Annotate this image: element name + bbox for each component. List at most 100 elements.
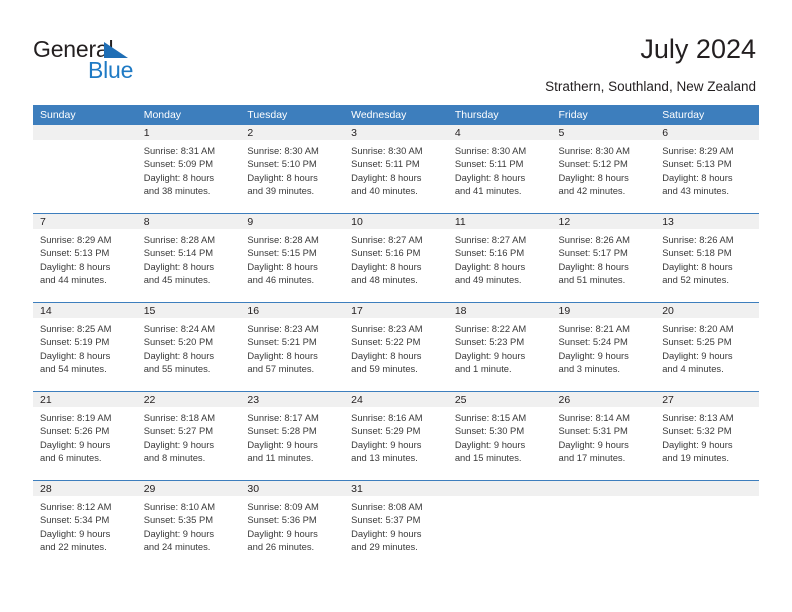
sunset-text: Sunset: 5:16 PM bbox=[454, 247, 525, 259]
day-details: Sunrise: 8:23 AM Sunset: 5:21 PM Dayligh… bbox=[240, 318, 344, 376]
day-cell[interactable]: 2 Sunrise: 8:30 AM Sunset: 5:10 PM Dayli… bbox=[240, 125, 345, 214]
sunrise-text: Sunrise: 8:28 AM bbox=[247, 234, 319, 245]
logo-triangle-icon bbox=[104, 42, 128, 58]
page-title: July 2024 bbox=[640, 34, 756, 64]
day-cell[interactable]: 18 Sunrise: 8:22 AM Sunset: 5:23 PM Dayl… bbox=[447, 302, 552, 392]
day-cell[interactable] bbox=[33, 125, 137, 214]
calendar-week-row: 14 Sunrise: 8:25 AM Sunset: 5:19 PM Dayl… bbox=[33, 302, 759, 392]
sunset-text: Sunset: 5:30 PM bbox=[454, 425, 525, 437]
day-number: 27 bbox=[655, 392, 759, 407]
day-number: 15 bbox=[136, 303, 241, 318]
day-number bbox=[447, 481, 552, 496]
day-cell[interactable]: 17 Sunrise: 8:23 AM Sunset: 5:22 PM Dayl… bbox=[344, 302, 448, 392]
daylight-text-line2: and 44 minutes. bbox=[40, 274, 107, 286]
daylight-text-line2: and 13 minutes. bbox=[351, 452, 418, 464]
day-number: 6 bbox=[655, 125, 759, 140]
day-number: 4 bbox=[447, 125, 552, 140]
day-details: Sunrise: 8:27 AM Sunset: 5:16 PM Dayligh… bbox=[448, 229, 552, 287]
day-details: Sunrise: 8:30 AM Sunset: 5:11 PM Dayligh… bbox=[344, 140, 448, 198]
day-details: Sunrise: 8:19 AM Sunset: 5:26 PM Dayligh… bbox=[33, 407, 137, 465]
day-cell[interactable]: 6 Sunrise: 8:29 AM Sunset: 5:13 PM Dayli… bbox=[655, 125, 759, 214]
day-cell[interactable]: 22 Sunrise: 8:18 AM Sunset: 5:27 PM Dayl… bbox=[136, 391, 241, 481]
day-cell[interactable]: 13 Sunrise: 8:26 AM Sunset: 5:18 PM Dayl… bbox=[655, 213, 759, 303]
day-details: Sunrise: 8:21 AM Sunset: 5:24 PM Dayligh… bbox=[552, 318, 656, 376]
day-cell[interactable]: 19 Sunrise: 8:21 AM Sunset: 5:24 PM Dayl… bbox=[551, 302, 656, 392]
day-cell[interactable]: 29 Sunrise: 8:10 AM Sunset: 5:35 PM Dayl… bbox=[136, 480, 241, 569]
day-cell[interactable]: 12 Sunrise: 8:26 AM Sunset: 5:17 PM Dayl… bbox=[551, 213, 656, 303]
day-cell[interactable]: 7 Sunrise: 8:29 AM Sunset: 5:13 PM Dayli… bbox=[33, 213, 137, 303]
day-number: 26 bbox=[551, 392, 656, 407]
sunset-text: Sunset: 5:29 PM bbox=[351, 425, 421, 437]
sunset-text: Sunset: 5:12 PM bbox=[558, 158, 628, 170]
day-cell[interactable]: 21 Sunrise: 8:19 AM Sunset: 5:26 PM Dayl… bbox=[33, 391, 137, 481]
day-details: Sunrise: 8:25 AM Sunset: 5:19 PM Dayligh… bbox=[33, 318, 137, 376]
day-details: Sunrise: 8:13 AM Sunset: 5:32 PM Dayligh… bbox=[655, 407, 759, 465]
day-details: Sunrise: 8:26 AM Sunset: 5:17 PM Dayligh… bbox=[552, 229, 656, 287]
daylight-text-line2: and 45 minutes. bbox=[143, 274, 211, 286]
day-cell[interactable]: 1 Sunrise: 8:31 AM Sunset: 5:09 PM Dayli… bbox=[136, 125, 241, 214]
day-details: Sunrise: 8:28 AM Sunset: 5:14 PM Dayligh… bbox=[137, 229, 241, 287]
day-details: Sunrise: 8:24 AM Sunset: 5:20 PM Dayligh… bbox=[137, 318, 241, 376]
daylight-text-line2: and 22 minutes. bbox=[40, 541, 107, 553]
sunset-text: Sunset: 5:22 PM bbox=[351, 336, 421, 348]
weekday-header-tuesday: Tuesday bbox=[240, 105, 345, 125]
daylight-text-line1: Daylight: 9 hours bbox=[558, 438, 629, 450]
sunrise-text: Sunrise: 8:30 AM bbox=[454, 145, 527, 156]
day-details: Sunrise: 8:30 AM Sunset: 5:11 PM Dayligh… bbox=[448, 140, 552, 198]
day-cell[interactable]: 15 Sunrise: 8:24 AM Sunset: 5:20 PM Dayl… bbox=[136, 302, 241, 392]
daylight-text-line2: and 55 minutes. bbox=[143, 363, 211, 375]
daylight-text-line1: Daylight: 8 hours bbox=[662, 260, 733, 272]
calendar-header-row: Sunday Monday Tuesday Wednesday Thursday… bbox=[33, 105, 759, 125]
day-number: 5 bbox=[551, 125, 656, 140]
day-cell[interactable]: 20 Sunrise: 8:20 AM Sunset: 5:25 PM Dayl… bbox=[655, 302, 759, 392]
daylight-text-line1: Daylight: 8 hours bbox=[40, 260, 111, 272]
day-details: Sunrise: 8:31 AM Sunset: 5:09 PM Dayligh… bbox=[137, 140, 241, 198]
sunrise-text: Sunrise: 8:22 AM bbox=[454, 323, 527, 334]
sunset-text: Sunset: 5:34 PM bbox=[40, 514, 110, 526]
day-cell[interactable]: 23 Sunrise: 8:17 AM Sunset: 5:28 PM Dayl… bbox=[240, 391, 345, 481]
day-cell[interactable]: 27 Sunrise: 8:13 AM Sunset: 5:32 PM Dayl… bbox=[655, 391, 759, 481]
day-cell[interactable]: 24 Sunrise: 8:16 AM Sunset: 5:29 PM Dayl… bbox=[344, 391, 448, 481]
sunrise-text: Sunrise: 8:30 AM bbox=[247, 145, 319, 156]
day-cell[interactable]: 14 Sunrise: 8:25 AM Sunset: 5:19 PM Dayl… bbox=[33, 302, 137, 392]
day-cell[interactable]: 28 Sunrise: 8:12 AM Sunset: 5:34 PM Dayl… bbox=[33, 480, 137, 569]
day-details: Sunrise: 8:28 AM Sunset: 5:15 PM Dayligh… bbox=[240, 229, 344, 287]
daylight-text-line2: and 54 minutes. bbox=[40, 363, 107, 375]
daylight-text-line1: Daylight: 8 hours bbox=[351, 349, 422, 361]
day-details: Sunrise: 8:18 AM Sunset: 5:27 PM Dayligh… bbox=[137, 407, 241, 465]
day-cell[interactable]: 8 Sunrise: 8:28 AM Sunset: 5:14 PM Dayli… bbox=[136, 213, 241, 303]
sunrise-text: Sunrise: 8:23 AM bbox=[247, 323, 319, 334]
day-cell[interactable]: 30 Sunrise: 8:09 AM Sunset: 5:36 PM Dayl… bbox=[240, 480, 345, 569]
daylight-text-line1: Daylight: 8 hours bbox=[558, 171, 629, 183]
daylight-text-line1: Daylight: 9 hours bbox=[40, 438, 111, 450]
day-details: Sunrise: 8:26 AM Sunset: 5:18 PM Dayligh… bbox=[655, 229, 759, 287]
day-cell[interactable]: 3 Sunrise: 8:30 AM Sunset: 5:11 PM Dayli… bbox=[344, 125, 448, 214]
day-cell[interactable]: 25 Sunrise: 8:15 AM Sunset: 5:30 PM Dayl… bbox=[447, 391, 552, 481]
day-cell[interactable]: 9 Sunrise: 8:28 AM Sunset: 5:15 PM Dayli… bbox=[240, 213, 345, 303]
day-cell[interactable]: 10 Sunrise: 8:27 AM Sunset: 5:16 PM Dayl… bbox=[344, 213, 448, 303]
day-cell[interactable]: 31 Sunrise: 8:08 AM Sunset: 5:37 PM Dayl… bbox=[344, 480, 448, 569]
day-cell[interactable]: 11 Sunrise: 8:27 AM Sunset: 5:16 PM Dayl… bbox=[447, 213, 552, 303]
day-cell[interactable] bbox=[447, 480, 552, 569]
day-cell[interactable] bbox=[655, 480, 759, 569]
daylight-text-line1: Daylight: 8 hours bbox=[143, 260, 215, 272]
day-cell[interactable]: 16 Sunrise: 8:23 AM Sunset: 5:21 PM Dayl… bbox=[240, 302, 345, 392]
sunset-text: Sunset: 5:10 PM bbox=[247, 158, 317, 170]
daylight-text-line1: Daylight: 9 hours bbox=[351, 527, 422, 539]
daylight-text-line2: and 40 minutes. bbox=[351, 185, 418, 197]
day-cell[interactable]: 5 Sunrise: 8:30 AM Sunset: 5:12 PM Dayli… bbox=[551, 125, 656, 214]
day-cell[interactable]: 4 Sunrise: 8:30 AM Sunset: 5:11 PM Dayli… bbox=[447, 125, 552, 214]
day-number: 19 bbox=[551, 303, 656, 318]
sunrise-text: Sunrise: 8:09 AM bbox=[247, 501, 319, 512]
day-cell[interactable] bbox=[551, 480, 656, 569]
page-subtitle: Strathern, Southland, New Zealand bbox=[545, 79, 756, 94]
day-details: Sunrise: 8:16 AM Sunset: 5:29 PM Dayligh… bbox=[344, 407, 448, 465]
daylight-text-line2: and 41 minutes. bbox=[454, 185, 522, 197]
sunset-text: Sunset: 5:32 PM bbox=[662, 425, 732, 437]
daylight-text-line2: and 43 minutes. bbox=[662, 185, 729, 197]
day-number: 7 bbox=[33, 214, 137, 229]
daylight-text-line2: and 26 minutes. bbox=[247, 541, 315, 553]
sunset-text: Sunset: 5:17 PM bbox=[558, 247, 628, 259]
day-details: Sunrise: 8:09 AM Sunset: 5:36 PM Dayligh… bbox=[240, 496, 344, 554]
day-cell[interactable]: 26 Sunrise: 8:14 AM Sunset: 5:31 PM Dayl… bbox=[551, 391, 656, 481]
